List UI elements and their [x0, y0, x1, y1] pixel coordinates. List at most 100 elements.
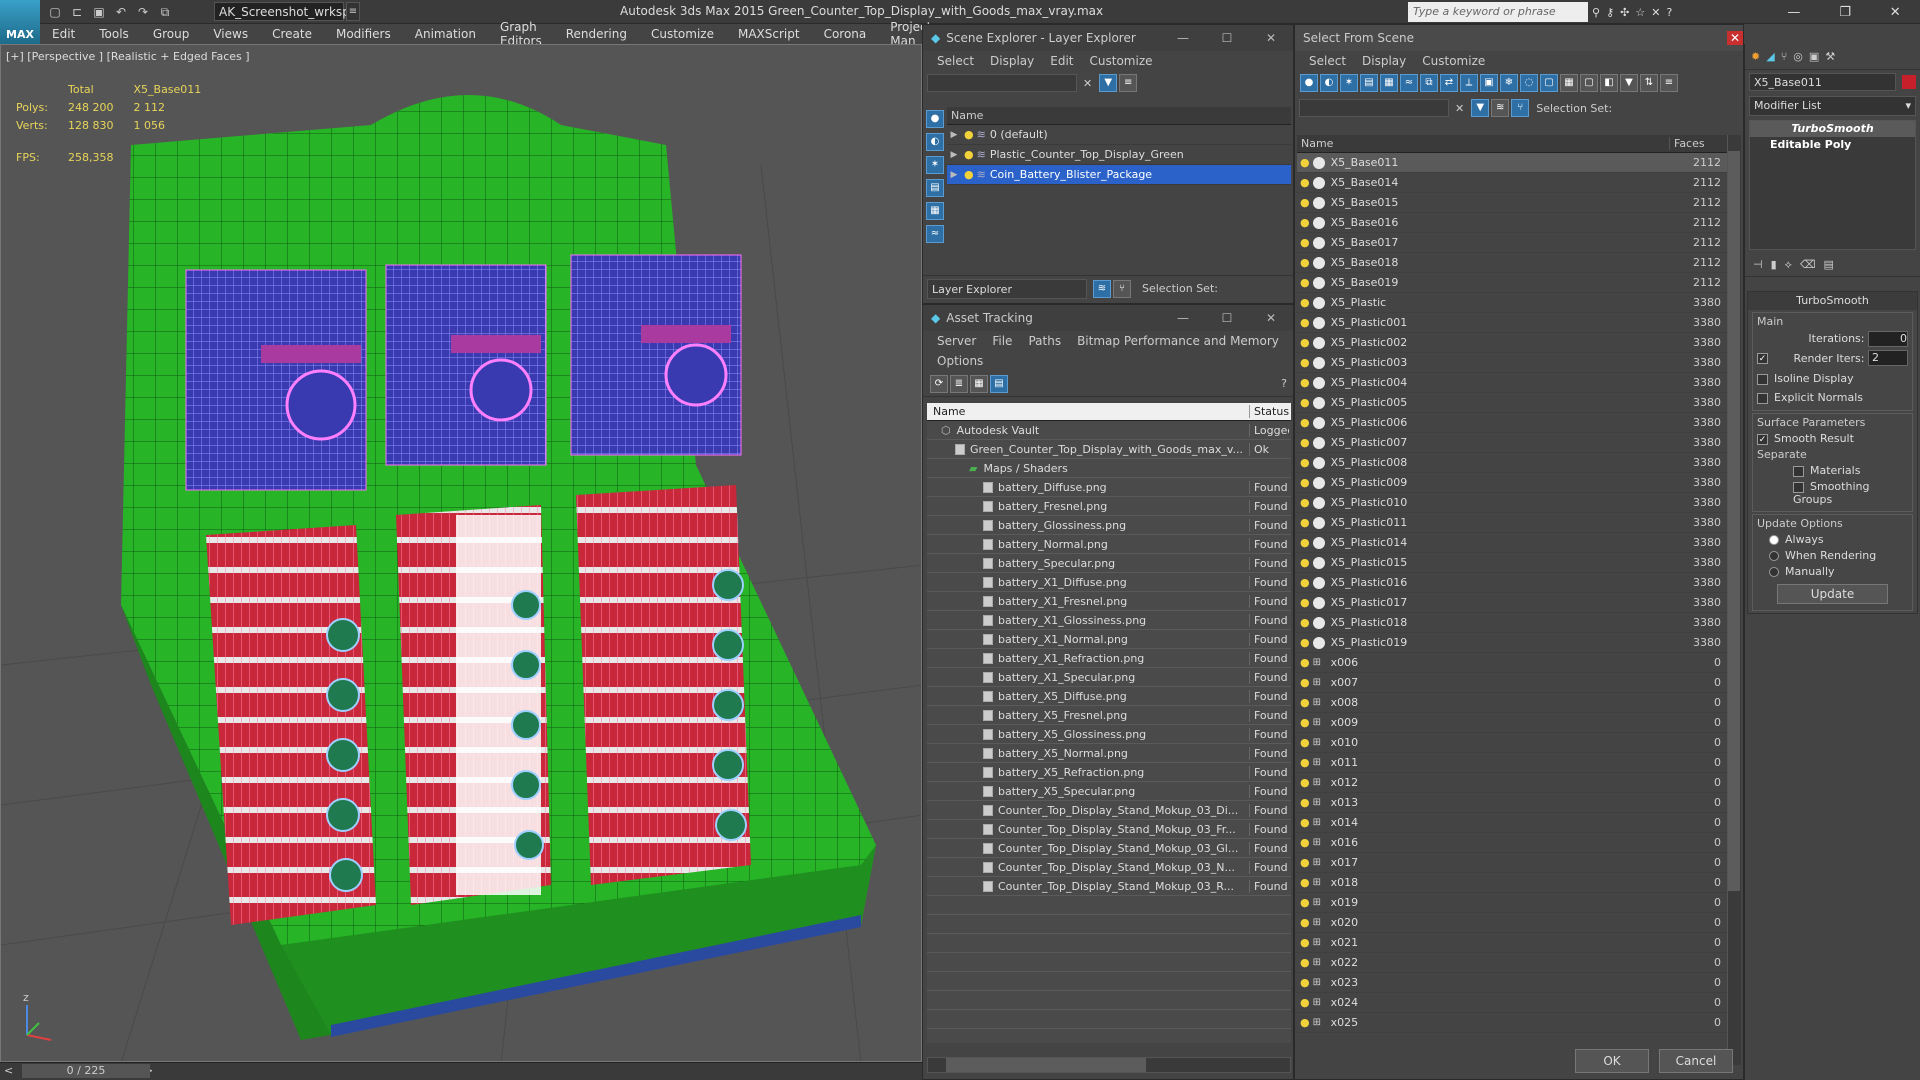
visibility-bulb-icon[interactable]: ● [1300, 696, 1310, 709]
menu-corona[interactable]: Corona [812, 27, 879, 41]
menu-group[interactable]: Group [141, 27, 202, 41]
materials-checkbox[interactable] [1793, 465, 1804, 477]
visibility-bulb-icon[interactable]: ● [1300, 376, 1310, 389]
sfs-col-faces[interactable]: Faces [1669, 137, 1727, 150]
visibility-bulb-icon[interactable]: ● [1300, 276, 1310, 289]
filter-funnel-icon[interactable]: ▼ [1620, 74, 1638, 92]
bones-filter-icon[interactable]: ⟂ [1460, 74, 1478, 92]
object-row[interactable]: ● X5_Plastic 3380 [1297, 293, 1727, 313]
hierarchy-tab-icon[interactable]: ⑂ [1781, 50, 1788, 63]
visibility-bulb-icon[interactable]: ● [1300, 396, 1310, 409]
object-name-field[interactable]: X5_Base011 [1749, 73, 1897, 91]
visibility-bulb-icon[interactable]: ● [1300, 996, 1310, 1009]
sfs-search-input[interactable] [1299, 99, 1449, 117]
perspective-viewport[interactable]: z [0, 44, 922, 1062]
at-col-status[interactable]: Status [1249, 405, 1289, 418]
sfs-hierarchy-icon[interactable]: ⑂ [1511, 99, 1530, 117]
menu-modifiers[interactable]: Modifiers [324, 27, 403, 41]
shapes-filter-icon[interactable]: ◐ [1320, 74, 1338, 92]
lights-filter-icon[interactable]: ✶ [1340, 74, 1358, 92]
object-row[interactable]: ● ⊞ x007 0 [1297, 673, 1727, 693]
smoothing-groups-checkbox[interactable] [1793, 481, 1804, 493]
visibility-bulb-icon[interactable]: ● [1300, 496, 1310, 509]
object-row[interactable]: ● ⊞ x023 0 [1297, 973, 1727, 993]
spacewarps-filter-icon[interactable]: ≈ [1400, 74, 1418, 92]
configure-sets-icon[interactable]: ▤ [1824, 258, 1834, 272]
asset-row[interactable]: Counter_Top_Display_Stand_Mokup_03_Gl...… [927, 839, 1291, 858]
object-row[interactable]: ● ⊞ x010 0 [1297, 733, 1727, 753]
asset-row[interactable]: battery_X5_Diffuse.png Found [927, 687, 1291, 706]
visibility-bulb-icon[interactable]: ● [1300, 356, 1310, 369]
at-menu-bitmap[interactable]: Bitmap Performance and Memory [1069, 334, 1287, 348]
list-view-icon[interactable]: ≣ [950, 374, 968, 393]
object-row[interactable]: ● X5_Plastic017 3380 [1297, 593, 1727, 613]
visibility-bulb-icon[interactable]: ● [1300, 816, 1310, 829]
visibility-bulb-icon[interactable]: ● [1300, 456, 1310, 469]
close-icon[interactable]: ✕ [1249, 311, 1293, 325]
layer-row[interactable]: ▶ ● ≋ 0 (default) [947, 125, 1291, 145]
display-tab-icon[interactable]: ▣ [1809, 50, 1819, 63]
expand-icon[interactable]: ▶ [947, 150, 961, 160]
visibility-bulb-icon[interactable]: ● [1300, 616, 1310, 629]
object-row[interactable]: ● ⊞ x011 0 [1297, 753, 1727, 773]
viewport-label[interactable]: [+] [Perspective ] [Realistic + Edged Fa… [6, 50, 250, 63]
minimize-icon[interactable]: — [1161, 31, 1205, 45]
sfs-vertical-scrollbar[interactable] [1727, 135, 1741, 1065]
object-row[interactable]: ● ⊞ x008 0 [1297, 693, 1727, 713]
asset-row[interactable]: battery_X1_Diffuse.png Found [927, 573, 1291, 592]
sfs-filter-icon[interactable]: ▼ [1471, 99, 1490, 117]
visibility-bulb-icon[interactable]: ● [1300, 936, 1310, 949]
object-row[interactable]: ● X5_Base015 2112 [1297, 193, 1727, 213]
menu-animation[interactable]: Animation [403, 27, 488, 41]
undo-icon[interactable]: ↶ [112, 4, 130, 20]
at-menu-server[interactable]: Server [929, 334, 984, 348]
layer-manager-icon[interactable]: ≋ [1093, 279, 1111, 298]
geometry-filter-icon[interactable]: ● [1300, 74, 1318, 92]
maximize-icon[interactable]: ☐ [1205, 311, 1249, 325]
display-cameras-icon[interactable]: ▤ [926, 179, 944, 197]
at-menu-paths[interactable]: Paths [1020, 334, 1069, 348]
pin-stack-icon[interactable]: ⊣ [1753, 258, 1763, 272]
sfs-titlebar[interactable]: Select From Scene ✕ [1295, 25, 1743, 51]
select-invert-icon[interactable]: ◧ [1600, 74, 1618, 92]
redo-icon[interactable]: ↷ [134, 4, 152, 20]
visibility-bulb-icon[interactable]: ● [1300, 596, 1310, 609]
containers-filter-icon[interactable]: ▣ [1480, 74, 1498, 92]
sfs-col-name[interactable]: Name [1297, 137, 1669, 150]
object-row[interactable]: ● ⊞ x014 0 [1297, 813, 1727, 833]
turbosmooth-rollout-header[interactable]: TurboSmooth [1748, 292, 1917, 310]
object-row[interactable]: ● ⊞ x021 0 [1297, 933, 1727, 953]
at-scroll-thumb[interactable] [946, 1058, 1146, 1072]
asset-row[interactable]: battery_X1_Specular.png Found [927, 668, 1291, 687]
asset-row[interactable]: battery_Specular.png Found [927, 554, 1291, 573]
filter-icon[interactable]: ▼ [1099, 74, 1118, 92]
iterations-spinner[interactable]: 0 [1868, 331, 1908, 347]
object-row[interactable]: ● X5_Plastic015 3380 [1297, 553, 1727, 573]
object-row[interactable]: ● X5_Base016 2112 [1297, 213, 1727, 233]
asset-row[interactable]: battery_X5_Fresnel.png Found [927, 706, 1291, 725]
explicit-normals-checkbox[interactable] [1757, 392, 1768, 404]
hierarchy-icon[interactable]: ⑂ [1113, 279, 1131, 298]
sort-icon[interactable]: ⇅ [1640, 74, 1658, 92]
exchange-icon[interactable]: ✣ [1620, 6, 1629, 19]
select-none-icon[interactable]: ▢ [1580, 74, 1598, 92]
star-icon[interactable]: ☆ [1635, 6, 1645, 19]
object-row[interactable]: ● ⊞ x013 0 [1297, 793, 1727, 813]
show-end-result-icon[interactable]: ▮ [1771, 258, 1777, 272]
visibility-bulb-icon[interactable]: ● [1300, 736, 1310, 749]
display-geometry-icon[interactable]: ● [926, 110, 944, 128]
visibility-bulb-icon[interactable]: ● [1300, 976, 1310, 989]
timeline-prev-icon[interactable]: < [4, 1064, 13, 1077]
display-helpers-icon[interactable]: ▦ [926, 202, 944, 220]
se-menu-edit[interactable]: Edit [1042, 54, 1081, 68]
asset-row[interactable]: battery_X1_Normal.png Found [927, 630, 1291, 649]
render-iters-checkbox[interactable]: ✓ [1757, 352, 1768, 364]
clear-search-icon[interactable]: ✕ [1083, 77, 1092, 90]
visibility-bulb-icon[interactable]: ● [1300, 896, 1310, 909]
menu-maxscript[interactable]: MAXScript [726, 27, 812, 41]
object-row[interactable]: ● ⊞ x012 0 [1297, 773, 1727, 793]
object-row[interactable]: ● X5_Plastic010 3380 [1297, 493, 1727, 513]
menu-edit[interactable]: Edit [40, 27, 87, 41]
search-input[interactable]: Type a keyword or phrase [1408, 2, 1588, 22]
visibility-bulb-icon[interactable]: ● [1300, 336, 1310, 349]
